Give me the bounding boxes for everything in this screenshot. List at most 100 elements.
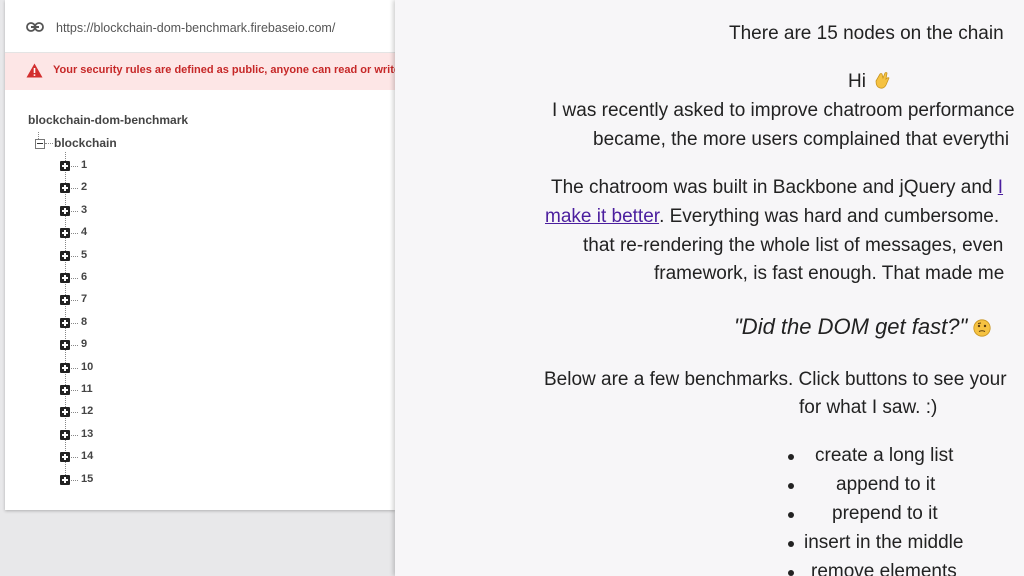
tree-connector <box>71 322 78 324</box>
article-link[interactable]: I <box>998 177 1003 198</box>
tree-child-node[interactable]: 13 <box>60 428 120 444</box>
tree-connector <box>71 233 78 235</box>
tree-connector <box>71 390 78 391</box>
tree-connector <box>71 457 78 459</box>
question-heading: "Did the DOM get fast?" <box>734 314 991 340</box>
tree-child-label[interactable]: 5 <box>81 249 87 261</box>
tree-child-label[interactable]: 8 <box>81 316 87 328</box>
tree-connector <box>71 278 78 279</box>
expand-plus-icon[interactable] <box>60 407 70 418</box>
bullet-icon <box>788 541 794 547</box>
tree-child-node[interactable]: 8 <box>60 316 120 332</box>
tree-connector <box>71 479 78 481</box>
tree-connector <box>71 188 78 190</box>
bullet-icon <box>788 512 794 518</box>
expand-plus-icon[interactable] <box>60 273 70 283</box>
tree-child-label[interactable]: 7 <box>81 293 87 305</box>
expand-plus-icon[interactable] <box>60 295 70 306</box>
tree-connector <box>71 434 78 436</box>
tree-child-node[interactable]: 5 <box>60 249 120 265</box>
benchmark-list-item: create a long list <box>815 445 954 466</box>
tree-connector <box>71 210 78 212</box>
tree-child-label[interactable]: 12 <box>81 405 93 417</box>
tree-child-node[interactable]: 7 <box>60 293 120 309</box>
link-icon[interactable] <box>26 21 44 33</box>
tree-child-label[interactable]: 13 <box>81 428 93 440</box>
tree-child-label[interactable]: 4 <box>81 226 87 238</box>
tree-child-node[interactable]: 3 <box>60 204 120 220</box>
nodes-count-text: There are 15 nodes on the chain <box>729 23 1004 44</box>
tree-child-label[interactable]: 6 <box>81 271 87 283</box>
benchmark-list-item: append to it <box>836 474 936 495</box>
paragraph-1-line-1: I was recently asked to improve chatroom… <box>552 100 1015 121</box>
tree-connector <box>71 412 78 414</box>
tree-child-label[interactable]: 10 <box>81 361 93 373</box>
tree-child-node[interactable]: 6 <box>60 271 120 287</box>
paragraph-3-line-1: Below are a few benchmarks. Click button… <box>544 369 1007 390</box>
tree-child-node[interactable]: 15 <box>60 473 120 489</box>
expand-plus-icon[interactable] <box>60 340 70 351</box>
paragraph-2-line-1: The chatroom was built in Backbone and j… <box>551 177 1003 199</box>
tree-child-label[interactable]: 15 <box>81 473 93 485</box>
paragraph-3-line-2: for what I saw. :) <box>799 397 938 418</box>
tree-child-label[interactable]: 11 <box>81 383 93 395</box>
tree-child-label[interactable]: 14 <box>81 450 93 462</box>
tree-child-label[interactable]: 3 <box>81 204 87 216</box>
paragraph-1-line-2: became, the more users complained that e… <box>593 129 1010 150</box>
tree-child-node[interactable]: 12 <box>60 405 120 421</box>
security-warning-banner: Your security rules are defined as publi… <box>5 53 395 90</box>
tree-connector <box>71 255 78 257</box>
warning-icon <box>26 63 43 78</box>
thinking-face-icon <box>972 319 991 337</box>
expand-plus-icon[interactable] <box>60 250 70 261</box>
benchmark-list-item: prepend to it <box>832 503 938 524</box>
tree-child-node[interactable]: 4 <box>60 226 120 242</box>
tree-child-label[interactable]: 2 <box>81 181 87 193</box>
tree-child-node[interactable]: 1 <box>60 159 120 175</box>
tree-connector <box>71 300 78 302</box>
tree-connector <box>45 143 53 144</box>
tree-child-label[interactable]: 1 <box>81 159 87 171</box>
tree-connector <box>71 166 78 167</box>
collapse-toggle-icon[interactable] <box>35 139 45 149</box>
expand-plus-icon[interactable] <box>60 385 70 395</box>
greeting: Hi <box>848 70 891 93</box>
question-text: "Did the DOM get fast?" <box>734 314 968 339</box>
bullet-icon <box>788 483 794 489</box>
expand-plus-icon[interactable] <box>60 452 70 463</box>
paragraph-2-line-1-text: The chatroom was built in Backbone and j… <box>551 177 993 198</box>
tree-child-node[interactable]: 2 <box>60 181 120 197</box>
paragraph-2-line-3: that re-rendering the whole list of mess… <box>583 235 1004 256</box>
expand-plus-icon[interactable] <box>60 474 70 485</box>
paragraph-2-line-2-text: . Everything was hard and cumbersome. <box>659 206 1000 227</box>
expand-plus-icon[interactable] <box>60 429 70 440</box>
bullet-icon <box>788 454 794 460</box>
article-panel: There are 15 nodes on the chain Hi I was… <box>395 0 1024 576</box>
expand-plus-icon[interactable] <box>60 362 70 373</box>
tree-child-node[interactable]: 9 <box>60 338 120 354</box>
expand-plus-icon[interactable] <box>60 205 70 216</box>
tree-connector <box>71 367 78 369</box>
paragraph-2-line-2: make it better. Everything was hard and … <box>545 206 999 228</box>
bullet-icon <box>788 570 794 576</box>
waving-hand-icon <box>875 72 890 89</box>
database-url[interactable]: https://blockchain-dom-benchmark.firebas… <box>56 21 335 35</box>
tree-root-label[interactable]: blockchain-dom-benchmark <box>28 113 188 127</box>
database-url-bar: https://blockchain-dom-benchmark.firebas… <box>5 0 395 53</box>
benchmark-list-item: remove elements <box>811 561 957 576</box>
tree-child-label[interactable]: 9 <box>81 338 87 350</box>
security-warning-text: Your security rules are defined as publi… <box>53 64 395 76</box>
expand-plus-icon[interactable] <box>60 161 70 171</box>
paragraph-2-line-4: framework, is fast enough. That made me <box>654 263 1005 284</box>
benchmark-list-item: insert in the middle <box>804 532 964 553</box>
tree-connector <box>71 345 78 347</box>
tree-child-node[interactable]: 14 <box>60 450 120 466</box>
make-it-better-link[interactable]: make it better <box>545 206 659 227</box>
greeting-text: Hi <box>848 71 866 92</box>
tree-child-node[interactable]: 10 <box>60 361 120 377</box>
expand-plus-icon[interactable] <box>60 317 70 328</box>
expand-plus-icon[interactable] <box>60 228 70 239</box>
tree-child-node[interactable]: 11 <box>60 383 120 399</box>
expand-plus-icon[interactable] <box>60 183 70 194</box>
tree-node-blockchain[interactable]: blockchain <box>54 136 117 150</box>
